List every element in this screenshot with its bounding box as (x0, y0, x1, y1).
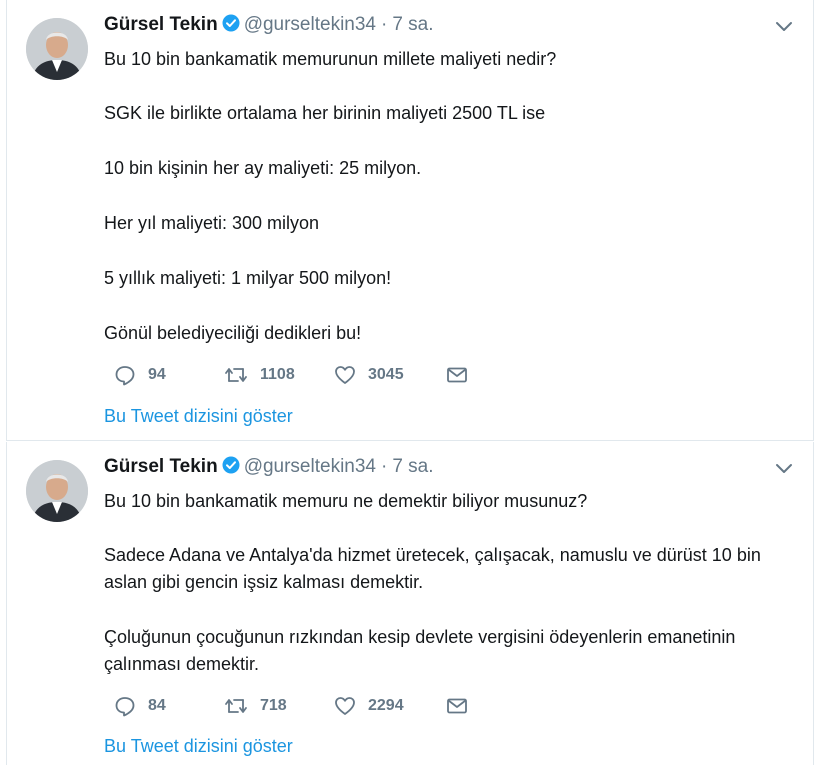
like-count: 2294 (368, 697, 404, 714)
avatar[interactable] (26, 460, 88, 522)
separator: · (381, 14, 388, 35)
author-name[interactable]: Gürsel Tekin (104, 14, 218, 35)
tweet-text-line: SGK ile birlikte ortalama her birinin ma… (104, 103, 546, 123)
envelope-icon (446, 695, 468, 717)
separator: · (381, 456, 388, 477)
tweet-text-line: çalınması demektir. (104, 654, 260, 674)
tweet-text-line: Bu 10 bin bankamatik memuru ne demektir … (104, 491, 588, 511)
reply-count: 84 (148, 697, 166, 714)
show-thread-link[interactable]: Bu Tweet dizisini göster (104, 406, 293, 427)
direct-message-button[interactable] (446, 364, 468, 386)
verified-badge-icon (222, 14, 240, 38)
author-handle[interactable]: @gurseltekin34 (244, 456, 376, 477)
avatar[interactable] (26, 18, 88, 80)
tweet[interactable]: Gürsel Tekin @gurseltekin34 · 7 sa. Bu 10 b… (6, 0, 814, 441)
like-count: 3045 (368, 366, 404, 383)
reply-icon (114, 695, 136, 717)
reply-button[interactable]: 84 (114, 695, 166, 717)
direct-message-button[interactable] (446, 695, 468, 717)
retweet-count: 718 (260, 697, 287, 714)
tweet-text-line: Sadece Adana ve Antalya'da hizmet üretec… (104, 545, 761, 565)
reply-icon (114, 364, 136, 386)
tweet-text-line: Bu 10 bin bankamatik memurunun millete m… (104, 49, 557, 69)
author-name[interactable]: Gürsel Tekin (104, 456, 218, 477)
tweet-header: Gürsel Tekin @gurseltekin34 · 7 sa. (104, 456, 434, 480)
reply-button[interactable]: 94 (114, 364, 166, 386)
reply-count: 94 (148, 366, 166, 383)
retweet-count: 1108 (260, 366, 295, 383)
timestamp[interactable]: 7 sa. (392, 14, 433, 35)
tweet-text-line: Her yıl maliyeti: 300 milyon (104, 213, 320, 233)
tweet-text-line: Çoluğunun çocuğunun rızkından kesip devl… (104, 627, 736, 647)
verified-badge-icon (222, 456, 240, 480)
retweet-button[interactable]: 1108 (224, 364, 295, 386)
tweet[interactable]: Gürsel Tekin @gurseltekin34 · 7 sa. Bu 10 b… (6, 442, 814, 765)
tweet-feed: Gürsel Tekin @gurseltekin34 · 7 sa. Bu 10 b… (0, 0, 820, 765)
timestamp[interactable]: 7 sa. (392, 456, 433, 477)
like-button[interactable]: 2294 (334, 695, 404, 717)
retweet-icon (224, 695, 248, 717)
show-thread-link[interactable]: Bu Tweet dizisini göster (104, 736, 293, 757)
author-handle[interactable]: @gurseltekin34 (244, 14, 376, 35)
retweet-icon (224, 364, 248, 386)
chevron-down-icon[interactable] (775, 462, 793, 476)
tweet-text-line: 10 bin kişinin her ay maliyeti: 25 milyo… (104, 158, 422, 178)
heart-icon (334, 695, 356, 717)
like-button[interactable]: 3045 (334, 364, 404, 386)
tweet-text-line: 5 yıllık maliyeti: 1 milyar 500 milyon! (104, 268, 392, 288)
retweet-button[interactable]: 718 (224, 695, 287, 717)
envelope-icon (446, 364, 468, 386)
tweet-text-line: aslan gibi gencin işsiz kalması demektir… (104, 572, 424, 592)
tweet-text-line: Gönül belediyeciliği dedikleri bu! (104, 323, 362, 343)
heart-icon (334, 364, 356, 386)
chevron-down-icon[interactable] (775, 20, 793, 34)
tweet-header: Gürsel Tekin @gurseltekin34 · 7 sa. (104, 14, 434, 38)
